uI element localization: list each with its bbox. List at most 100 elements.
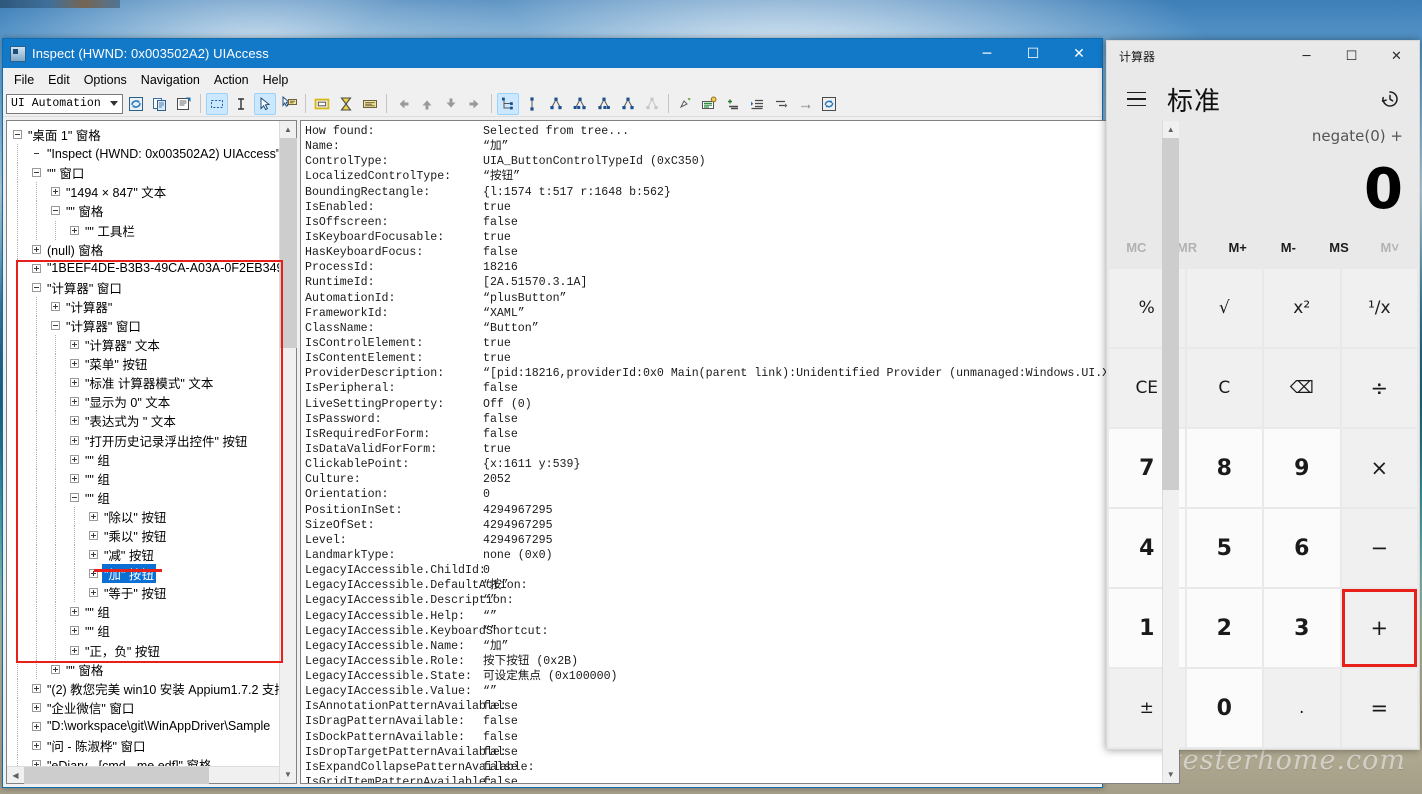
property-row[interactable]: RuntimeId:[2A.51570.3.1A] bbox=[305, 275, 1179, 290]
property-row[interactable]: BoundingRectangle:{l:1574 t:517 r:1648 b… bbox=[305, 185, 1179, 200]
menu-file[interactable]: File bbox=[7, 70, 41, 90]
property-row[interactable]: IsDockPatternAvailable:false bbox=[305, 730, 1179, 745]
event-list-add-icon[interactable] bbox=[722, 93, 744, 115]
property-row[interactable]: ProcessId:18216 bbox=[305, 260, 1179, 275]
tree-item[interactable]: "" 组 bbox=[7, 602, 296, 621]
calculator-close-button[interactable]: ✕ bbox=[1374, 41, 1419, 71]
scroll-up-icon[interactable]: ▲ bbox=[1162, 121, 1179, 138]
tree-item[interactable]: "Inspect (HWND: 0x003502A2) UIAccess" bbox=[7, 144, 296, 163]
event-list-outdent-icon[interactable] bbox=[770, 93, 792, 115]
expand-icon[interactable] bbox=[70, 359, 79, 368]
property-row[interactable]: IsExpandCollapsePatternAvailable:false bbox=[305, 760, 1179, 775]
menu-navigation[interactable]: Navigation bbox=[134, 70, 207, 90]
tree-hscrollbar-thumb[interactable] bbox=[24, 767, 209, 784]
property-row[interactable]: Level:4294967295 bbox=[305, 533, 1179, 548]
properties-scrollbar-track[interactable] bbox=[1162, 138, 1179, 766]
tree-scrollbar-track[interactable] bbox=[280, 138, 297, 766]
property-row[interactable]: PositionInSet:4294967295 bbox=[305, 503, 1179, 518]
tree-item[interactable]: "" 组 bbox=[7, 469, 296, 488]
property-row[interactable]: IsDropTargetPatternAvailable:false bbox=[305, 745, 1179, 760]
property-row[interactable]: LandmarkType:none (0x0) bbox=[305, 548, 1179, 563]
property-row[interactable]: LegacyIAccessible.Name:“加” bbox=[305, 639, 1179, 654]
calc-key-reciprocal[interactable]: ¹/x bbox=[1342, 269, 1418, 347]
expand-icon[interactable] bbox=[89, 588, 98, 597]
properties-vertical-scrollbar[interactable]: ▲ ▼ bbox=[1162, 121, 1179, 783]
tree-item[interactable]: "显示为 0" 文本 bbox=[7, 392, 296, 411]
collapse-icon[interactable] bbox=[70, 493, 79, 502]
tree-item[interactable]: "" 工具栏 bbox=[7, 220, 296, 239]
expand-icon[interactable] bbox=[32, 722, 41, 731]
calc-key-digit-6[interactable]: 6 bbox=[1264, 509, 1340, 587]
expand-icon[interactable] bbox=[70, 416, 79, 425]
expand-icon[interactable] bbox=[89, 550, 98, 559]
expand-icon[interactable] bbox=[70, 436, 79, 445]
menu-edit[interactable]: Edit bbox=[41, 70, 77, 90]
calc-key-square[interactable]: x² bbox=[1264, 269, 1340, 347]
property-row[interactable]: IsControlElement:true bbox=[305, 336, 1179, 351]
tree-item[interactable]: "" 组 bbox=[7, 621, 296, 640]
property-row[interactable]: LegacyIAccessible.Role:按下按钮 (0x2B) bbox=[305, 654, 1179, 669]
properties-scrollbar-thumb[interactable] bbox=[1162, 138, 1179, 490]
expand-icon[interactable] bbox=[70, 397, 79, 406]
collapse-icon[interactable] bbox=[51, 321, 60, 330]
expand-icon[interactable] bbox=[70, 378, 79, 387]
calc-key-digit-8[interactable]: 8 bbox=[1187, 429, 1263, 507]
expand-icon[interactable] bbox=[70, 474, 79, 483]
calc-key-divide[interactable]: ÷ bbox=[1342, 349, 1418, 427]
tree-item[interactable]: "标准 计算器模式" 文本 bbox=[7, 373, 296, 392]
tree-hscrollbar-track[interactable] bbox=[24, 767, 279, 784]
close-button[interactable]: ✕ bbox=[1056, 39, 1102, 68]
expand-icon[interactable] bbox=[32, 703, 41, 712]
property-row[interactable]: Name:“加” bbox=[305, 139, 1179, 154]
properties-icon[interactable] bbox=[173, 93, 195, 115]
scroll-down-icon[interactable]: ▼ bbox=[1162, 766, 1179, 783]
tree-item[interactable]: "打开历史记录浮出控件" 按钮 bbox=[7, 431, 296, 450]
property-row[interactable]: LegacyIAccessible.State:可设定焦点 (0x100000) bbox=[305, 669, 1179, 684]
tree-item[interactable]: "(2) 教您完美 win10 安装 Appium1.7.2 支持 bbox=[7, 679, 296, 698]
expand-icon[interactable] bbox=[70, 607, 79, 616]
select-last-child-icon[interactable] bbox=[617, 93, 639, 115]
property-row[interactable]: IsGridItemPatternAvailable:false bbox=[305, 775, 1179, 783]
property-row[interactable]: Orientation:0 bbox=[305, 487, 1179, 502]
tree-item[interactable]: "" 窗格 bbox=[7, 660, 296, 679]
expand-icon[interactable] bbox=[32, 245, 41, 254]
tree-scrollbar-thumb[interactable] bbox=[280, 138, 297, 348]
select-next-sibling-icon[interactable] bbox=[593, 93, 615, 115]
property-row[interactable]: LegacyIAccessible.Help:“” bbox=[305, 609, 1179, 624]
select-parent-icon[interactable] bbox=[521, 93, 543, 115]
expand-icon[interactable] bbox=[70, 340, 79, 349]
property-row[interactable]: Culture:2052 bbox=[305, 472, 1179, 487]
calc-key-decimal-point[interactable]: . bbox=[1264, 669, 1340, 747]
expand-icon[interactable] bbox=[70, 455, 79, 464]
tree-item[interactable]: "桌面 1" 窗格 bbox=[7, 125, 296, 144]
property-row[interactable]: LegacyIAccessible.Description:“” bbox=[305, 593, 1179, 608]
refresh-icon[interactable] bbox=[125, 93, 147, 115]
navigate-down-icon[interactable] bbox=[440, 93, 462, 115]
cursor-pointer-icon[interactable] bbox=[254, 93, 276, 115]
calculator-minimize-button[interactable]: ─ bbox=[1284, 41, 1329, 71]
property-row[interactable]: LegacyIAccessible.ChildId:0 bbox=[305, 563, 1179, 578]
navigate-back-icon[interactable] bbox=[392, 93, 414, 115]
tree-item[interactable]: "企业微信" 窗口 bbox=[7, 698, 296, 717]
property-row[interactable]: LiveSettingProperty:Off (0) bbox=[305, 397, 1179, 412]
event-list-clear-icon[interactable] bbox=[794, 93, 816, 115]
tree-item[interactable]: "计算器" bbox=[7, 297, 296, 316]
property-row[interactable]: LegacyIAccessible.KeyboardShortcut:“” bbox=[305, 624, 1179, 639]
menu-help[interactable]: Help bbox=[256, 70, 296, 90]
memory-button-m-[interactable]: M- bbox=[1263, 227, 1314, 267]
tree-item[interactable]: "" 组 bbox=[7, 488, 296, 507]
collapse-icon[interactable] bbox=[32, 168, 41, 177]
caret-icon[interactable] bbox=[230, 93, 252, 115]
property-row[interactable]: IsDragPatternAvailable:false bbox=[305, 714, 1179, 729]
collapse-icon[interactable] bbox=[51, 206, 60, 215]
tree-item[interactable]: "计算器" 窗口 bbox=[7, 316, 296, 335]
tree-item[interactable]: "1BEEF4DE-B3B3-49CA-A03A-0F2EB34920 bbox=[7, 259, 296, 278]
tree-item[interactable]: "等于" 按钮 bbox=[7, 583, 296, 602]
tree-item[interactable]: "" 组 bbox=[7, 450, 296, 469]
property-row[interactable]: How found:Selected from tree... bbox=[305, 124, 1179, 139]
tooltip-text-icon[interactable] bbox=[359, 93, 381, 115]
menu-options[interactable]: Options bbox=[77, 70, 134, 90]
focus-tracking-icon[interactable] bbox=[674, 93, 696, 115]
select-previous-sibling-icon[interactable] bbox=[569, 93, 591, 115]
tree-item[interactable]: (null) 窗格 bbox=[7, 240, 296, 259]
